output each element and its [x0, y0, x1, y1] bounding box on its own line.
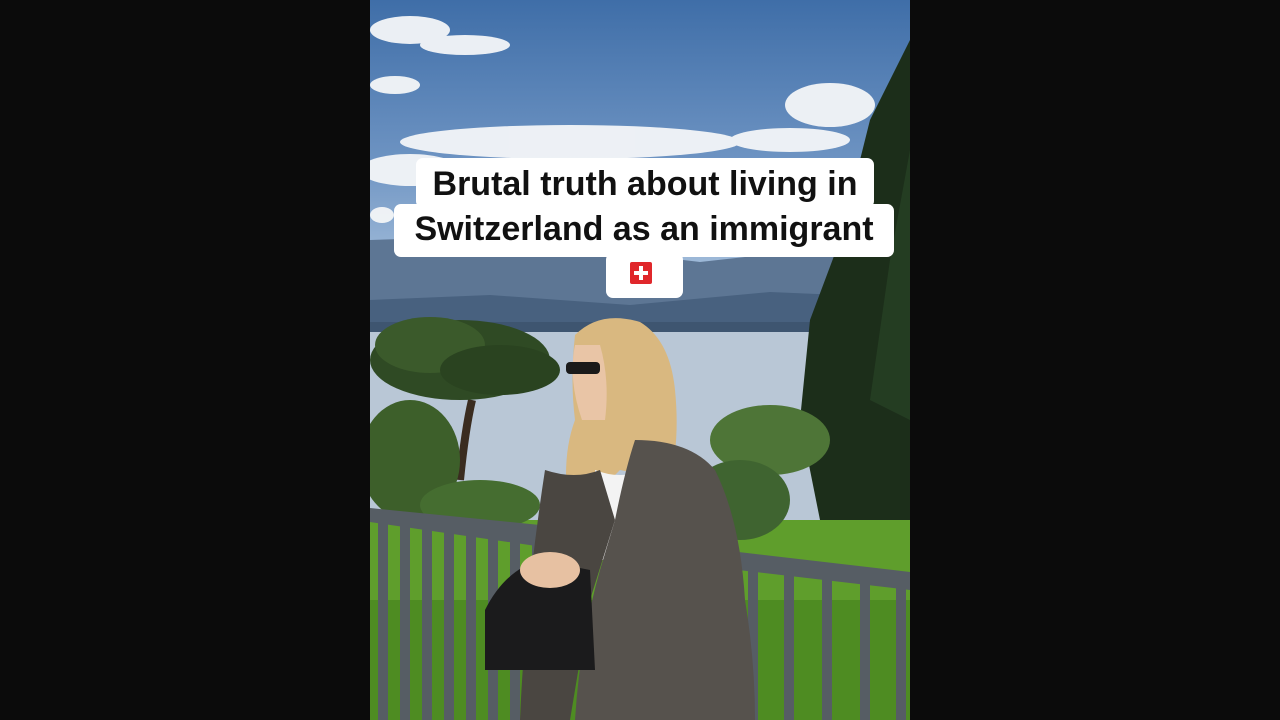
swiss-flag-icon [630, 262, 652, 284]
letterbox-right [910, 0, 1280, 720]
letterbox-left [0, 0, 370, 720]
caption-line-1: Brutal truth about living in [416, 158, 874, 208]
video-viewer: Brutal truth about living in Switzerland… [0, 0, 1280, 720]
video-frame[interactable] [370, 0, 910, 720]
scene-photo [370, 16, 910, 720]
caption-line-2: Switzerland as an immigrant [394, 204, 894, 257]
caption-emoji-box [606, 253, 683, 298]
